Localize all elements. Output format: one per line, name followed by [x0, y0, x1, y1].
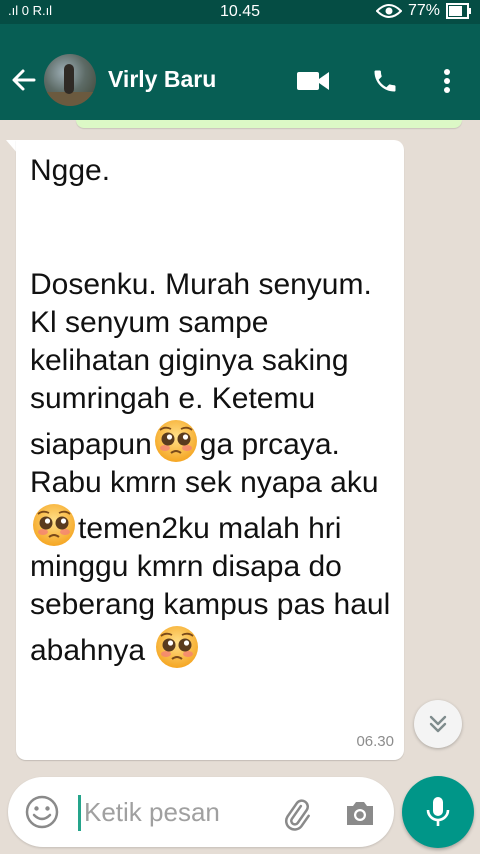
message-text-part-3: temen2ku malah hri minggu kmrn disapa do… [30, 512, 399, 667]
microphone-button[interactable] [402, 776, 474, 848]
pleading-face-emoji [154, 624, 200, 670]
message-text-part-1: Ngge. Dosenku. Murah senyum. Kl senyum s… [30, 154, 372, 461]
phone-icon[interactable] [368, 64, 402, 98]
status-bar: .ıl 0 R.ıl 10.45 77% [0, 0, 480, 24]
back-arrow-icon[interactable] [8, 64, 40, 96]
incoming-message-bubble[interactable]: Ngge. Dosenku. Murah senyum. Kl senyum s… [16, 140, 404, 760]
contact-name[interactable]: Virly Baru [108, 66, 216, 93]
status-right-group: 77% [375, 2, 472, 20]
chat-header: Virly Baru [0, 24, 480, 120]
text-cursor [78, 795, 81, 831]
battery-percent: 77% [407, 2, 440, 19]
scroll-to-bottom-button[interactable] [414, 700, 462, 748]
video-call-icon[interactable] [296, 64, 330, 98]
contact-avatar[interactable] [44, 54, 96, 106]
microphone-icon [426, 797, 450, 826]
previous-message-bubble [76, 120, 462, 128]
battery-icon [446, 3, 472, 19]
more-options-icon[interactable] [430, 64, 464, 98]
pleading-face-emoji [31, 502, 77, 548]
message-time: 06.30 [356, 733, 394, 750]
pleading-face-emoji [153, 418, 199, 464]
double-chevron-down-icon [429, 715, 447, 733]
message-composer [8, 777, 394, 847]
eye-icon [375, 3, 402, 19]
message-input[interactable] [84, 793, 264, 831]
message-text: Ngge. Dosenku. Murah senyum. Kl senyum s… [30, 152, 394, 670]
camera-icon[interactable] [342, 795, 378, 831]
paperclip-icon[interactable] [278, 795, 314, 831]
emoji-icon[interactable] [24, 794, 60, 830]
